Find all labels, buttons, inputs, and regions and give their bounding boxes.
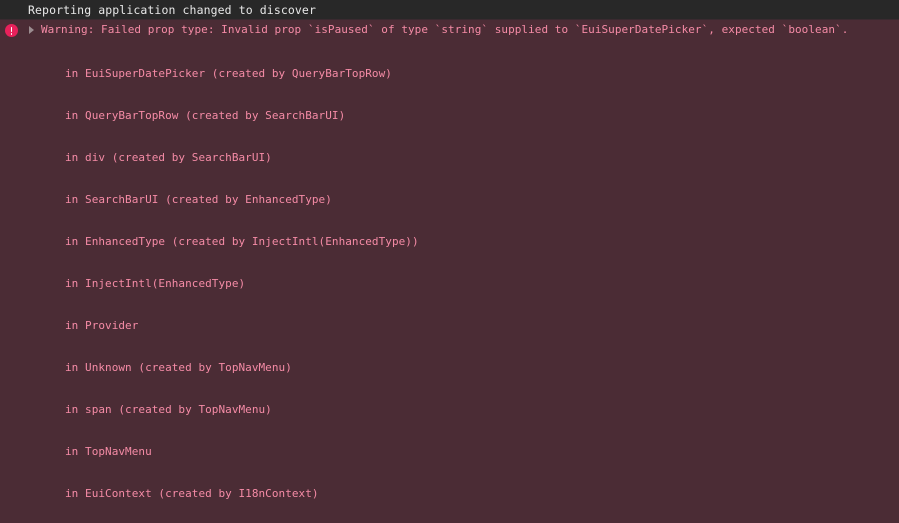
console-log-message: Reporting application changed to discove…: [28, 2, 316, 17]
console-log-row[interactable]: Reporting application changed to discove…: [0, 0, 899, 20]
disclosure-triangle-collapsed-icon[interactable]: [27, 26, 37, 35]
stack-line: in SearchBarUI (created by EnhancedType): [65, 193, 332, 206]
console-error-stack: in EuiSuperDatePicker (created by QueryB…: [0, 39, 899, 523]
stack-line: in EuiSuperDatePicker (created by QueryB…: [65, 67, 392, 80]
console-error-message: Warning: Failed prop type: Invalid prop …: [41, 23, 849, 36]
stack-line: in div (created by SearchBarUI): [65, 151, 272, 164]
stack-line: in Unknown (created by TopNavMenu): [65, 361, 292, 374]
console-error-header[interactable]: Warning: Failed prop type: Invalid prop …: [0, 23, 899, 39]
stack-line: in EnhancedType (created by InjectIntl(E…: [65, 235, 419, 248]
stack-line: in TopNavMenu: [65, 445, 152, 458]
stack-line: in span (created by TopNavMenu): [65, 403, 272, 416]
stack-line: in Provider: [65, 319, 139, 332]
error-circle-icon: [5, 24, 18, 37]
browser-console-panel: Reporting application changed to discove…: [0, 0, 899, 523]
stack-line: in QueryBarTopRow (created by SearchBarU…: [65, 109, 346, 122]
stack-line: in EuiContext (created by I18nContext): [65, 487, 319, 500]
stack-line: in InjectIntl(EnhancedType): [65, 277, 246, 290]
console-error-group[interactable]: Warning: Failed prop type: Invalid prop …: [0, 20, 899, 523]
